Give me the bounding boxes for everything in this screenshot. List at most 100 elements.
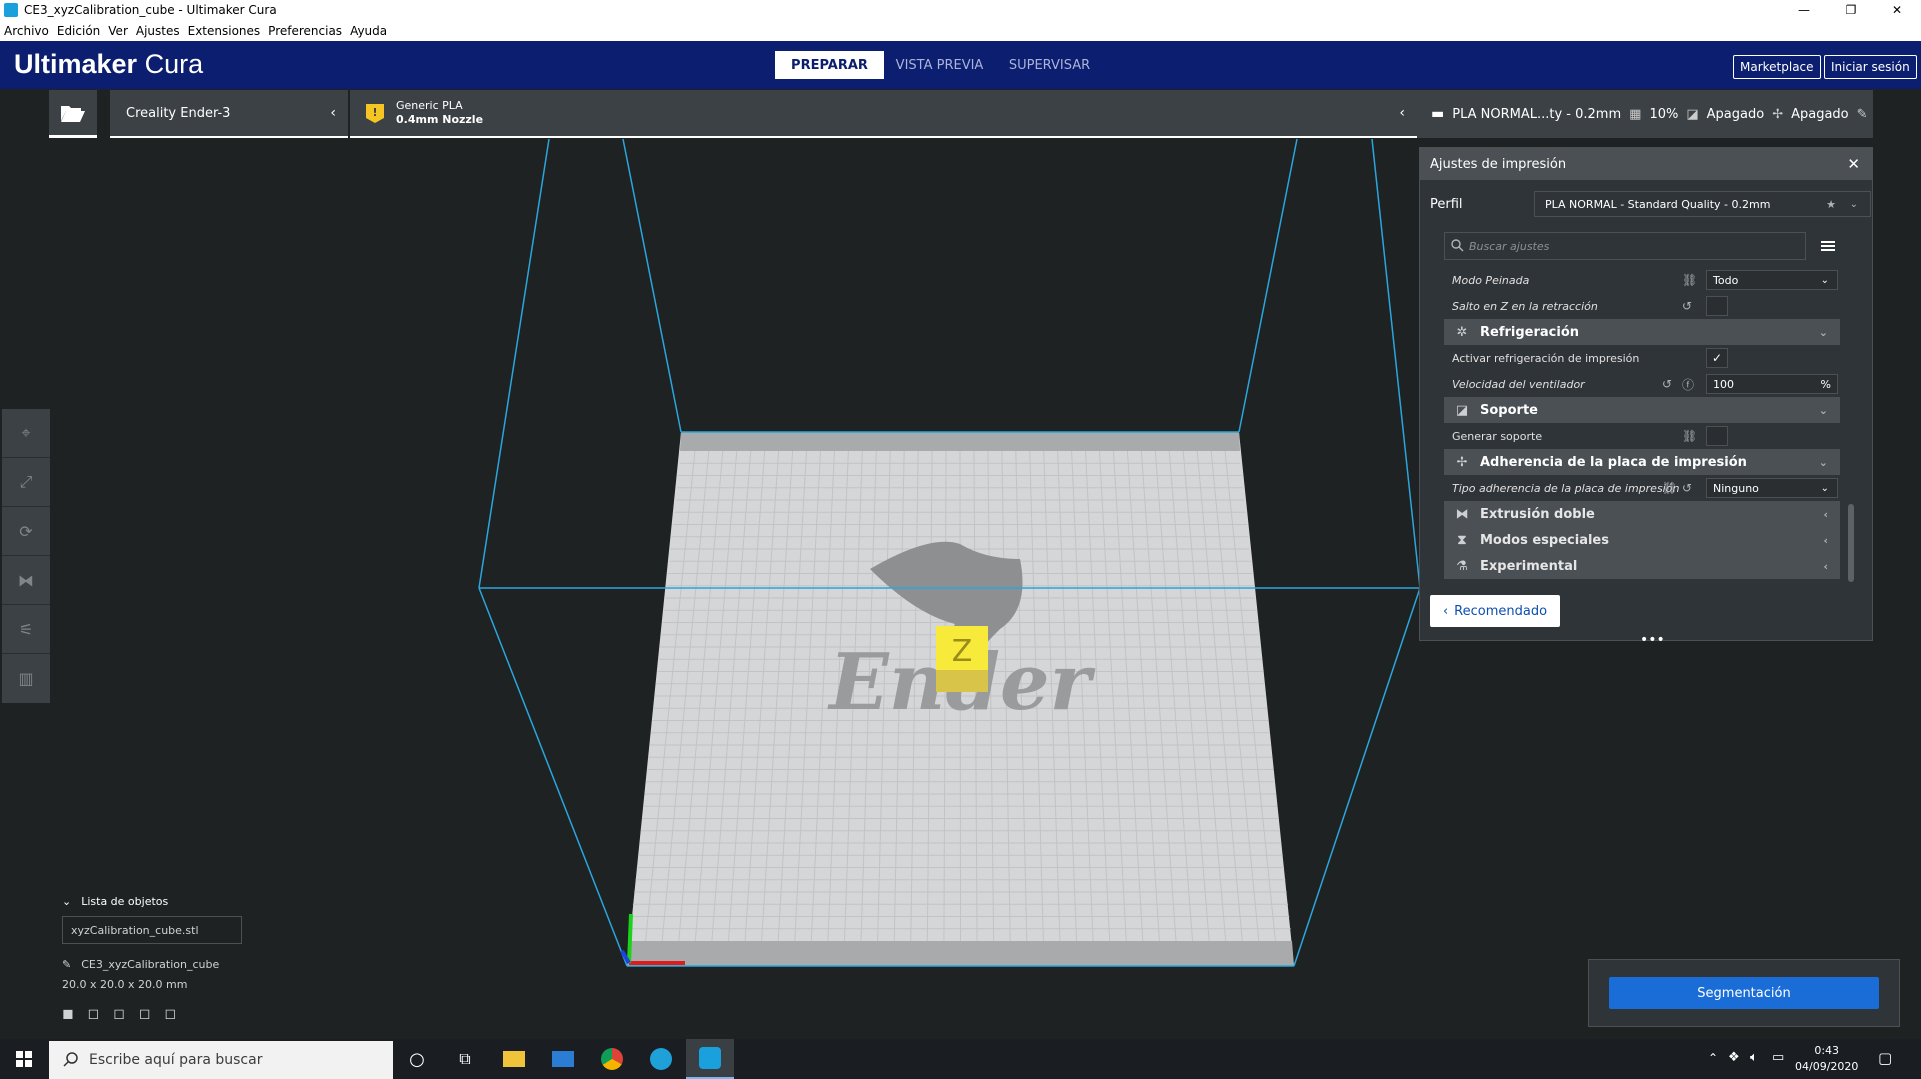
- warning-badge-icon: !: [366, 104, 384, 123]
- view-left-icon[interactable]: ◻: [139, 1006, 151, 1022]
- enable-cooling-checkbox[interactable]: ✓: [1706, 348, 1728, 368]
- reset-icon[interactable]: ↺: [1662, 377, 1672, 391]
- chevron-left-icon: ‹: [1442, 603, 1449, 619]
- task-view-icon[interactable]: ⧉: [441, 1039, 489, 1079]
- profile-dropdown[interactable]: PLA NORMAL - Standard Quality - 0.2mm ★ …: [1534, 191, 1871, 217]
- object-name: CE3_xyzCalibration_cube: [81, 957, 220, 971]
- link-icon: ⛓: [1682, 429, 1698, 443]
- settings-list: Modo Peinada ⛓ Todo ⌄ Salto en Z en la re…: [1444, 267, 1840, 579]
- category-cooling[interactable]: ✲ Refrigeración ⌄: [1444, 319, 1840, 345]
- panel-resize-handle[interactable]: •••: [1640, 632, 1665, 648]
- view-right-icon[interactable]: ◻: [165, 1006, 177, 1022]
- view-top-icon[interactable]: ◻: [113, 1006, 125, 1022]
- nozzle-size: 0.4mm Nozzle: [396, 113, 484, 126]
- fan-speed-input[interactable]: 100%: [1706, 374, 1838, 394]
- menu-extensiones[interactable]: Extensiones: [188, 24, 261, 38]
- tab-preparar[interactable]: PREPARAR: [775, 51, 884, 79]
- reset-icon[interactable]: ↺: [1682, 481, 1692, 495]
- menu-bar: Archivo Edición Ver Ajustes Extensiones …: [0, 20, 1921, 41]
- search-icon: [1451, 239, 1464, 252]
- close-button[interactable]: ✕: [1874, 0, 1920, 20]
- printer-selector[interactable]: Creality Ender-3 ‹: [110, 90, 348, 138]
- cura-taskbar-icon[interactable]: [686, 1039, 734, 1079]
- mirror-tool[interactable]: ⧓: [2, 556, 50, 605]
- left-toolbar: ⌖ ⤢ ⟳ ⧓ ⚟ ▥: [2, 409, 50, 703]
- windows-start-icon[interactable]: [0, 1039, 48, 1079]
- profile-row: Perfil PLA NORMAL - Standard Quality - 0…: [1430, 190, 1871, 218]
- print-setup-selector[interactable]: ▬ PLA NORMAL...ty - 0.2mm ▦ 10% ◪ Apagad…: [1417, 90, 1873, 138]
- adhesion-type-dropdown[interactable]: Ninguno ⌄: [1706, 478, 1838, 498]
- window-title: CE3_xyzCalibration_cube - Ultimaker Cura: [24, 3, 277, 17]
- star-icon[interactable]: ★: [1826, 198, 1836, 211]
- object-list-toggle[interactable]: ⌄ Lista de objetos: [62, 892, 302, 910]
- print-settings-panel: Ajustes de impresión ✕ Perfil PLA NORMAL…: [1419, 147, 1873, 648]
- volume-icon[interactable]: 🔈︎: [1750, 1050, 1758, 1065]
- profile-value: PLA NORMAL - Standard Quality - 0.2mm: [1545, 197, 1771, 211]
- rotate-icon: ⟳: [19, 521, 33, 541]
- windows-taskbar: Escribe aquí para buscar ○ ⧉ ⌃ ❖ 🔈︎ ▭ 0:…: [0, 1039, 1921, 1079]
- category-support[interactable]: ◪ Soporte ⌄: [1444, 397, 1840, 423]
- pencil-icon[interactable]: ✎: [62, 958, 71, 971]
- mail-icon[interactable]: [539, 1039, 587, 1079]
- category-adhesion[interactable]: ✢ Adherencia de la placa de impresión ⌄: [1444, 449, 1840, 475]
- setting-combing: Modo Peinada ⛓ Todo ⌄: [1444, 267, 1840, 293]
- menu-archivo[interactable]: Archivo: [4, 24, 49, 38]
- per-model-settings-tool[interactable]: ⚟: [2, 605, 50, 654]
- category-special-modes[interactable]: ⧗ Modos especiales ‹: [1444, 527, 1840, 553]
- marketplace-button[interactable]: Marketplace: [1733, 55, 1821, 79]
- category-experimental[interactable]: ⚗ Experimental ‹: [1444, 553, 1840, 579]
- recommended-button[interactable]: ‹ Recomendado: [1430, 595, 1560, 627]
- material-name: Generic PLA: [396, 99, 463, 112]
- support-blocker-icon: ▥: [18, 669, 34, 688]
- minimize-button[interactable]: —: [1781, 0, 1827, 20]
- menu-ayuda[interactable]: Ayuda: [350, 24, 387, 38]
- settings-menu-button[interactable]: [1816, 234, 1840, 258]
- close-icon[interactable]: ✕: [1847, 155, 1860, 173]
- app-header: Ultimaker Cura PREPARAR VISTA PREVIA SUP…: [0, 41, 1921, 89]
- category-dual-extrusion[interactable]: ⧓ Extrusión doble ‹: [1444, 501, 1840, 527]
- rotate-tool[interactable]: ⟳: [2, 507, 50, 556]
- cortana-icon[interactable]: ○: [393, 1039, 441, 1079]
- menu-ver[interactable]: Ver: [108, 24, 128, 38]
- search-input[interactable]: Buscar ajustes: [1444, 232, 1806, 260]
- function-icon[interactable]: ⓕ: [1682, 376, 1694, 393]
- zhop-checkbox[interactable]: [1706, 296, 1728, 316]
- tab-vista-previa[interactable]: VISTA PREVIA: [885, 51, 994, 79]
- menu-preferencias[interactable]: Preferencias: [268, 24, 342, 38]
- view-front-icon[interactable]: ◻: [88, 1006, 100, 1022]
- profile-label: Perfil: [1430, 196, 1463, 212]
- generate-support-checkbox[interactable]: [1706, 426, 1728, 446]
- object-file-item[interactable]: xyzCalibration_cube.stl: [62, 916, 242, 944]
- chrome-icon[interactable]: [588, 1039, 636, 1079]
- move-tool[interactable]: ⌖: [2, 409, 50, 458]
- edge-icon[interactable]: [637, 1039, 685, 1079]
- restore-button[interactable]: ❐: [1828, 0, 1874, 20]
- cura-window: CE3_xyzCalibration_cube - Ultimaker Cura…: [0, 0, 1921, 1079]
- open-file-button[interactable]: [49, 90, 97, 138]
- folder-icon: [61, 105, 85, 122]
- network-icon[interactable]: ▭: [1772, 1050, 1784, 1065]
- stage-tabs: PREPARAR VISTA PREVIA SUPERVISAR: [775, 51, 1105, 79]
- scale-tool[interactable]: ⤢: [2, 458, 50, 507]
- dual-extrusion-icon: ⧓: [1455, 506, 1469, 522]
- tray-chevron-up-icon[interactable]: ⌃: [1708, 1051, 1718, 1065]
- slice-button[interactable]: Segmentación: [1609, 977, 1879, 1009]
- settings-scrollbar[interactable]: [1848, 504, 1854, 582]
- tab-supervisar[interactable]: SUPERVISAR: [995, 51, 1104, 79]
- setting-zhop: Salto en Z en la retracción ↺: [1444, 293, 1840, 319]
- support-blocker-tool[interactable]: ▥: [2, 654, 50, 703]
- menu-ajustes[interactable]: Ajustes: [136, 24, 180, 38]
- file-explorer-icon[interactable]: [490, 1039, 538, 1079]
- notifications-icon[interactable]: ▢: [1878, 1049, 1892, 1067]
- infill-icon: ▦: [1629, 106, 1642, 122]
- chevron-down-icon: ⌄: [1818, 325, 1828, 339]
- combing-dropdown[interactable]: Todo ⌄: [1706, 270, 1838, 290]
- reset-icon[interactable]: ↺: [1682, 299, 1692, 313]
- menu-edicion[interactable]: Edición: [57, 24, 100, 38]
- taskbar-search-input[interactable]: Escribe aquí para buscar: [49, 1041, 393, 1079]
- dropbox-icon[interactable]: ❖: [1728, 1050, 1740, 1065]
- view-3d-icon[interactable]: ◼: [62, 1006, 74, 1022]
- taskbar-clock[interactable]: 0:43 04/09/2020: [1795, 1043, 1858, 1075]
- material-selector[interactable]: ! Generic PLA 0.4mm Nozzle ‹: [350, 90, 1417, 138]
- signin-button[interactable]: Iniciar sesión: [1824, 55, 1917, 79]
